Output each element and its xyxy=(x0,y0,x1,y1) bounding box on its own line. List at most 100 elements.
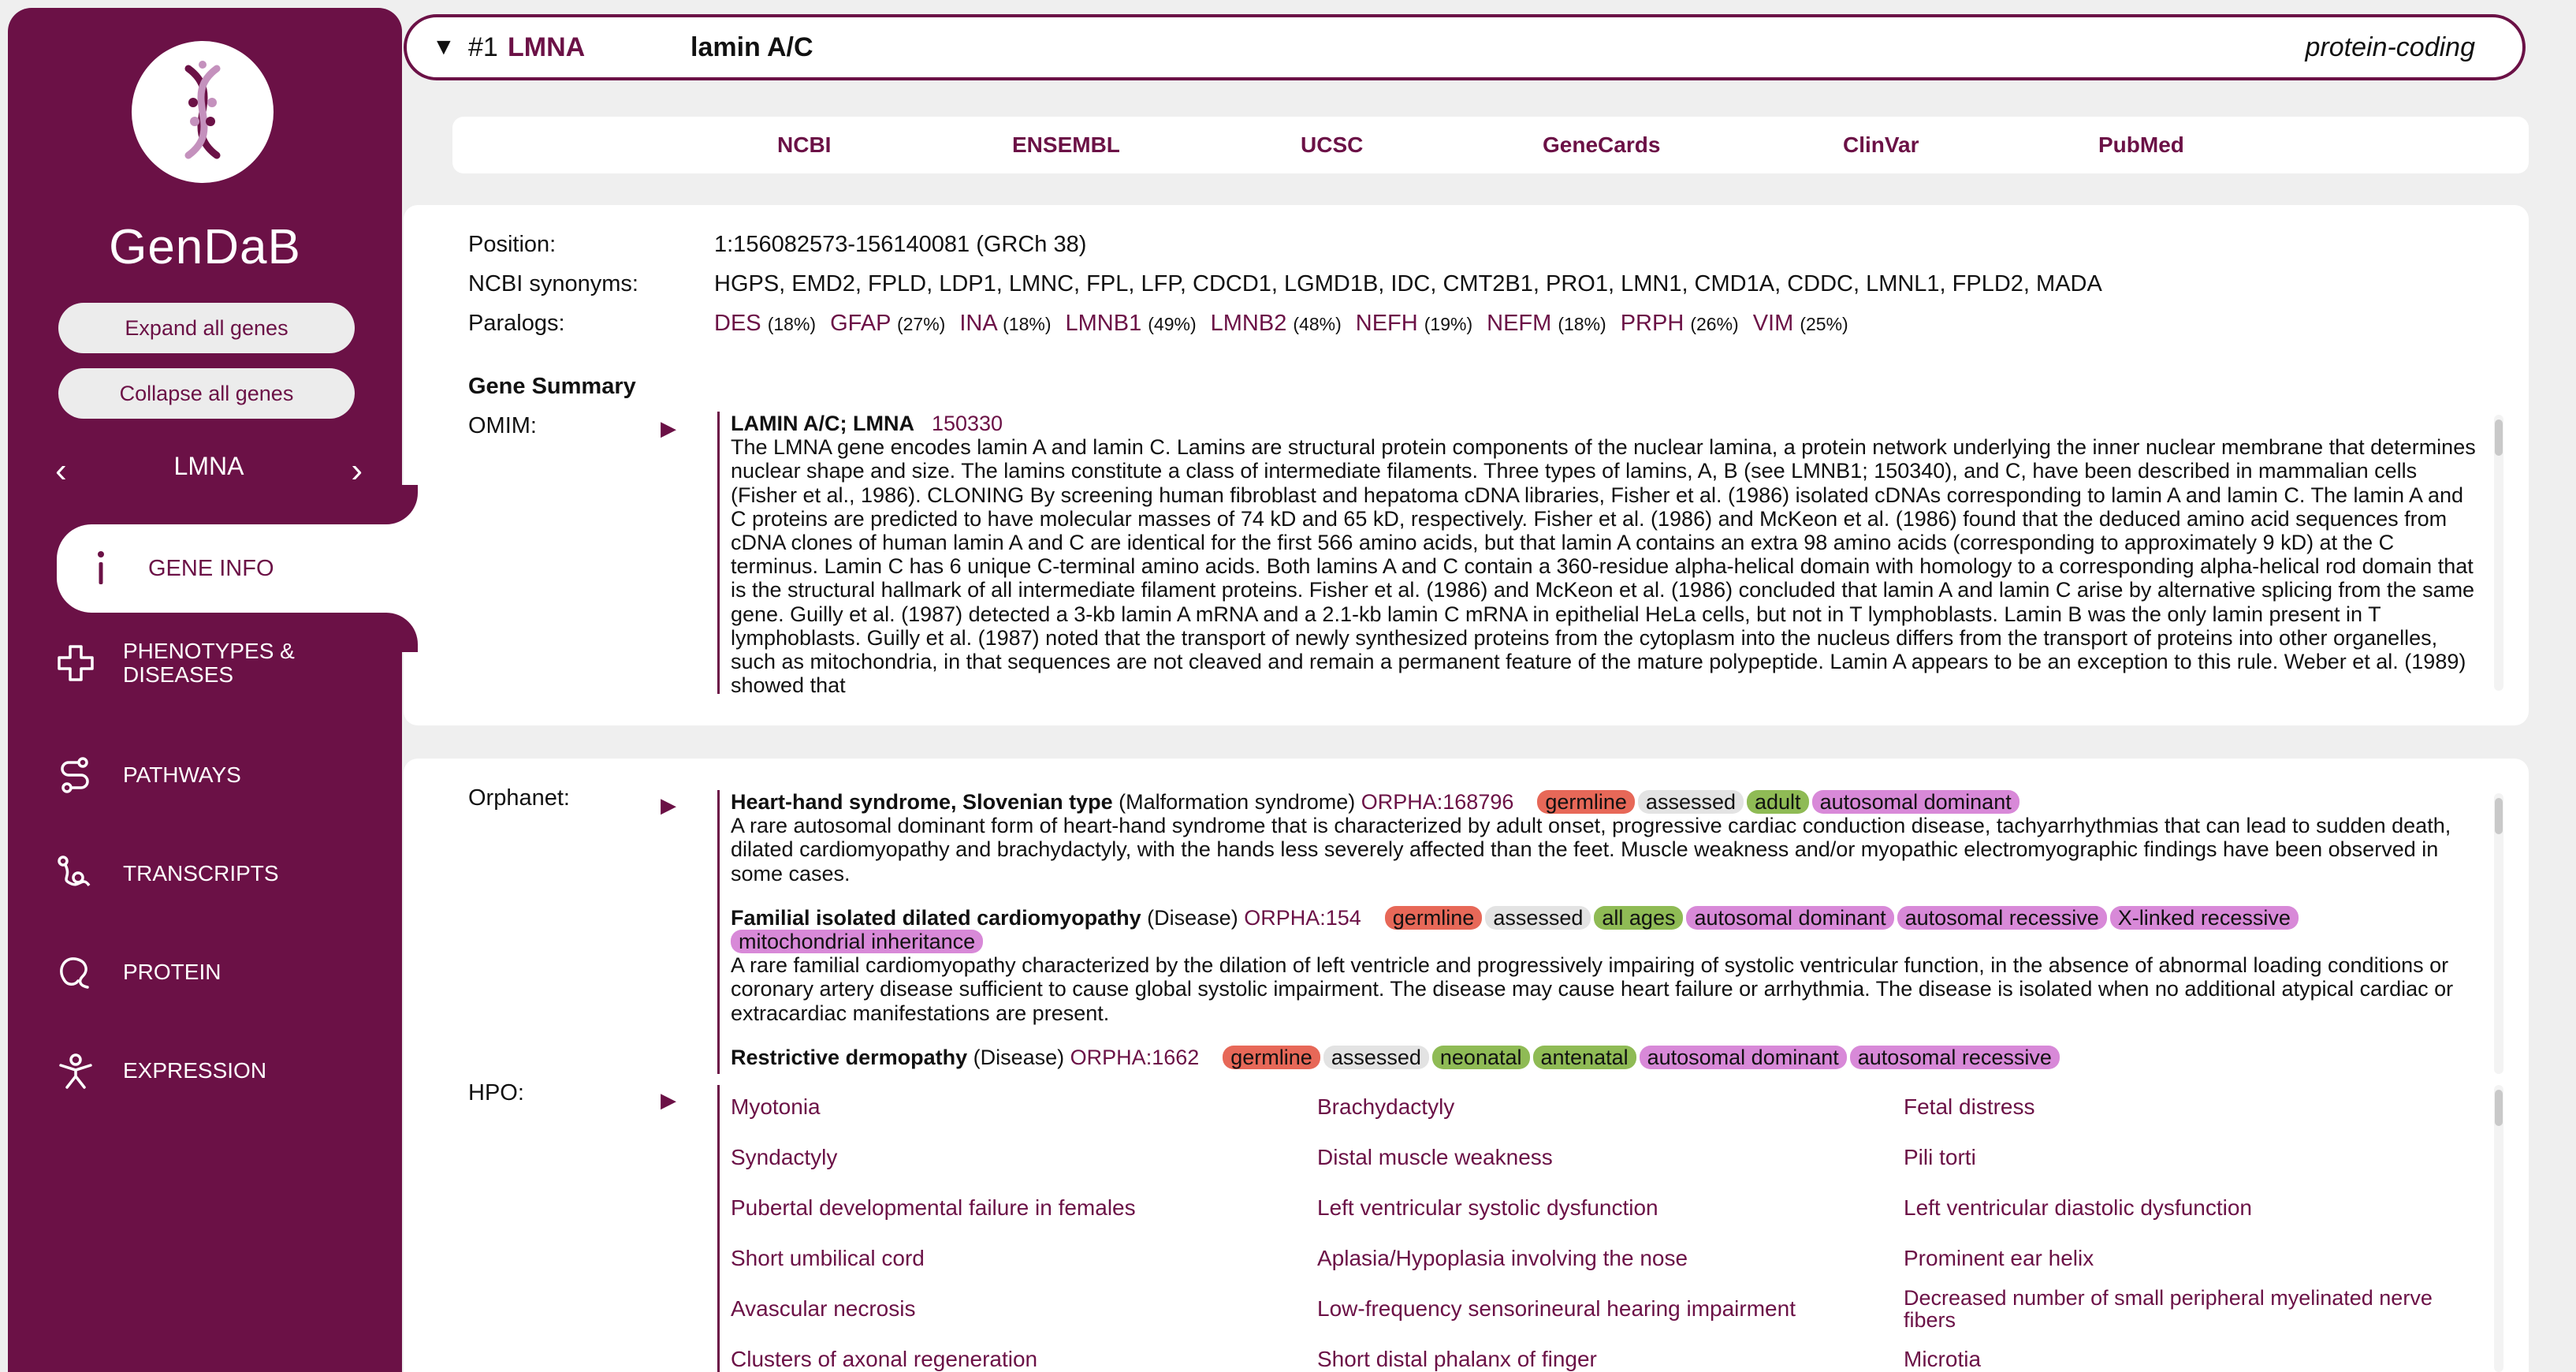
tag-badge: mitochondrial inheritance xyxy=(731,930,984,954)
gene-full-name: lamin A/C xyxy=(691,32,813,62)
tag-badge: assessed xyxy=(1323,1045,1429,1069)
disease-name: Restrictive dermopathy xyxy=(731,1045,968,1069)
tag-badge: autosomal dominant xyxy=(1811,790,2019,814)
paralog-link[interactable]: LMNB1 xyxy=(1066,311,1142,336)
orpha-code-link[interactable]: ORPHA:168796 xyxy=(1361,790,1514,814)
hpo-term-link[interactable]: Low-frequency sensorineural hearing impa… xyxy=(1317,1287,1885,1337)
hpo-list: Myotonia Syndactyly Pubertal developmental… xyxy=(717,1085,2483,1372)
sidebar-item-expression[interactable]: EXPRESSION xyxy=(55,1027,266,1114)
sidebar-item-label: GENE INFO xyxy=(148,555,274,581)
paralog-percent: (48%) xyxy=(1293,314,1342,334)
sidebar-item-label: PATHWAYS xyxy=(123,762,241,787)
sidebar-item-gene-info[interactable]: GENE INFO xyxy=(57,524,416,613)
position-label: Position: xyxy=(468,232,557,257)
hpo-term-link[interactable]: Pili torti xyxy=(1904,1135,2471,1186)
link-ncbi[interactable]: NCBI xyxy=(777,117,831,173)
tag-badge: autosomal recessive xyxy=(1897,905,2107,930)
hpo-term-link[interactable]: Aplasia/Hypoplasia involving the nose xyxy=(1317,1236,1885,1287)
paralog-percent: (26%) xyxy=(1690,314,1739,334)
tag-badge: all ages xyxy=(1594,905,1684,930)
synonyms-value: HGPS, EMD2, FPLD, LDP1, LMNC, FPL, LFP, … xyxy=(714,271,2102,296)
hpo-term-link[interactable]: Brachydactyly xyxy=(1317,1085,1885,1135)
paralog-percent: (27%) xyxy=(896,314,946,334)
hpo-term-link[interactable]: Microtia xyxy=(1904,1337,2471,1372)
sidebar-item-pathways[interactable]: PATHWAYS xyxy=(55,732,241,818)
paralog-percent: (18%) xyxy=(767,314,817,334)
omim-summary: LAMIN A/C; LMNA 150330 The LMNA gene enco… xyxy=(717,412,2483,694)
hpo-column-1: Myotonia Syndactyly Pubertal developmental… xyxy=(731,1085,1298,1372)
hpo-term-link[interactable]: Fetal distress xyxy=(1904,1085,2471,1135)
scroll-thumb[interactable] xyxy=(2495,798,2503,834)
orphanet-entry: Heart-hand syndrome, Slovenian type (Mal… xyxy=(731,790,2483,885)
hpo-term-link[interactable]: Avascular necrosis xyxy=(731,1287,1298,1337)
paralog-link[interactable]: NEFH xyxy=(1356,311,1418,336)
tag-badge: autosomal dominant xyxy=(1686,905,1894,930)
scroll-thumb[interactable] xyxy=(2495,419,2503,456)
orpha-code-link[interactable]: ORPHA:1662 xyxy=(1070,1046,1200,1069)
tag-badge: autosomal recessive xyxy=(1849,1045,2060,1069)
phenotypes-panel: Orphanet: ▶ Heart-hand syndrome, Sloveni… xyxy=(404,759,2529,1372)
paralog-link[interactable]: LMNB2 xyxy=(1211,311,1287,336)
app-logo xyxy=(132,41,274,183)
collapse-toggle-icon[interactable]: ▼ xyxy=(432,17,456,77)
link-pubmed[interactable]: PubMed xyxy=(2098,117,2184,173)
paralog-link[interactable]: NEFM xyxy=(1487,311,1551,336)
gene-summary-heading: Gene Summary xyxy=(468,374,636,399)
hpo-term-link[interactable]: Pubertal developmental failure in female… xyxy=(731,1186,1298,1236)
chevron-left-icon[interactable]: ‹ xyxy=(55,443,67,498)
gene-info-panel: Position: 1:156082573-156140081 (GRCh 38… xyxy=(404,205,2529,725)
orphanet-scrollbar[interactable] xyxy=(2494,793,2503,1074)
tag-badge: neonatal xyxy=(1431,1045,1530,1069)
omim-id-link[interactable]: 150330 xyxy=(932,412,1003,435)
orphanet-entry: Restrictive dermopathy (Disease) ORPHA:1… xyxy=(731,1045,2483,1069)
orpha-code-link[interactable]: ORPHA:154 xyxy=(1244,906,1361,930)
play-triangle-icon[interactable]: ▶ xyxy=(661,793,676,818)
hpo-term-link[interactable]: Myotonia xyxy=(731,1085,1298,1135)
hpo-term-link[interactable]: Prominent ear helix xyxy=(1904,1236,2471,1287)
omim-text: The LMNA gene encodes lamin A and lamin … xyxy=(731,435,2476,694)
play-triangle-icon[interactable]: ▶ xyxy=(661,416,676,441)
expand-all-genes-button[interactable]: Expand all genes xyxy=(58,303,355,353)
sidebar-item-phenotypes[interactable]: PHENOTYPES & DISEASES xyxy=(55,620,328,707)
hpo-term-link[interactable]: Clusters of axonal regeneration xyxy=(731,1337,1298,1372)
omim-title: LAMIN A/C; LMNA xyxy=(731,412,914,435)
omim-scrollbar[interactable] xyxy=(2494,415,2503,691)
collapse-all-genes-button[interactable]: Collapse all genes xyxy=(58,368,355,419)
paralog-link[interactable]: DES xyxy=(714,311,761,336)
hpo-term-link[interactable]: Left ventricular systolic dysfunction xyxy=(1317,1186,1885,1236)
paralog-link[interactable]: PRPH xyxy=(1621,311,1684,336)
omim-label: OMIM: xyxy=(468,413,537,438)
sidebar-item-transcripts[interactable]: TRANSCRIPTS xyxy=(55,830,279,917)
disease-name: Familial isolated dilated cardiomyopathy xyxy=(731,905,1141,930)
gene-header[interactable]: ▼ #1 LMNA lamin A/C protein-coding xyxy=(404,14,2526,80)
sidebar-item-protein[interactable]: PROTEIN xyxy=(55,929,221,1016)
tag-badge: antenatal xyxy=(1532,1045,1636,1069)
info-icon xyxy=(80,548,121,589)
hpo-term-link[interactable]: Left ventricular diastolic dysfunction xyxy=(1904,1186,2471,1236)
hpo-scrollbar[interactable] xyxy=(2494,1085,2503,1372)
link-ensembl[interactable]: ENSEMBL xyxy=(1012,117,1120,173)
hpo-term-link[interactable]: Short distal phalanx of finger xyxy=(1317,1337,1885,1372)
pathway-icon xyxy=(55,755,96,796)
chevron-right-icon[interactable]: › xyxy=(351,443,363,498)
hpo-term-link[interactable]: Distal muscle weakness xyxy=(1317,1135,1885,1186)
play-triangle-icon[interactable]: ▶ xyxy=(661,1088,676,1113)
scroll-thumb[interactable] xyxy=(2495,1090,2503,1126)
paralog-percent: (18%) xyxy=(1558,314,1606,334)
hpo-term-link[interactable]: Syndactyly xyxy=(731,1135,1298,1186)
hpo-column-3: Fetal distress Pili torti Left ventricular… xyxy=(1904,1085,2471,1372)
hpo-term-link[interactable]: Short umbilical cord xyxy=(731,1236,1298,1287)
paralog-link[interactable]: INA xyxy=(959,311,996,336)
active-tab-corner-top xyxy=(378,485,418,524)
gene-symbol: LMNA xyxy=(508,32,586,62)
link-genecards[interactable]: GeneCards xyxy=(1543,117,1660,173)
hpo-term-link[interactable]: Decreased number of small peripheral mye… xyxy=(1904,1287,2471,1337)
sidebar-item-label: TRANSCRIPTS xyxy=(123,861,279,885)
paralog-link[interactable]: GFAP xyxy=(830,311,891,336)
paralog-percent: (19%) xyxy=(1424,314,1473,334)
link-ucsc[interactable]: UCSC xyxy=(1301,117,1363,173)
paralog-link[interactable]: VIM xyxy=(1753,311,1794,336)
tag-badge: assessed xyxy=(1637,790,1744,814)
sidebar: GenDaB Expand all genes Collapse all gen… xyxy=(8,8,402,1372)
link-clinvar[interactable]: ClinVar xyxy=(1843,117,1919,173)
